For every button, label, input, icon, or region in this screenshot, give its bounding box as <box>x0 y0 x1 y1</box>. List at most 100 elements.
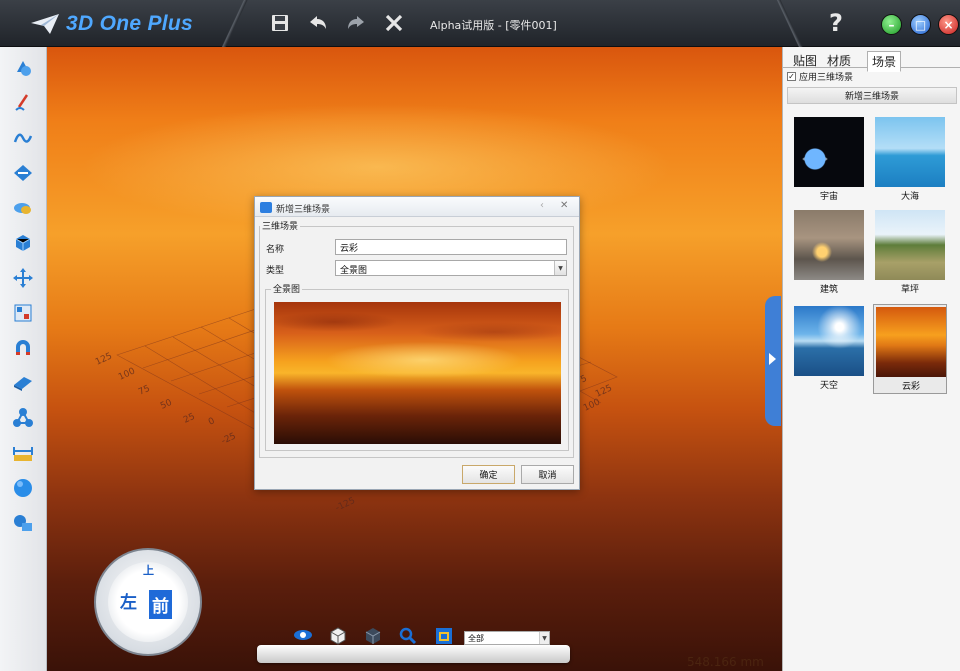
apply-3d-checkbox[interactable]: ✓ <box>787 72 796 81</box>
filter-select-value: 全部 <box>468 634 484 643</box>
dialog-help-icon[interactable]: ‹ <box>540 200 544 211</box>
grid-label: 125 <box>94 351 114 367</box>
panorama-preview <box>274 302 561 444</box>
scene-label: 建筑 <box>819 285 838 295</box>
redo-icon[interactable] <box>344 11 368 35</box>
scene-label: 云彩 <box>901 382 920 392</box>
window-title: Alpha试用版 - [零件001] <box>430 19 557 32</box>
panorama-group-label: 全景图 <box>271 282 303 295</box>
help-button[interactable]: ? <box>829 9 843 37</box>
zoom-icon[interactable] <box>399 627 417 645</box>
grid-label: -25 <box>220 431 238 446</box>
type-select-value: 全景图 <box>340 266 368 276</box>
measurement-readout: 548.166 mm <box>687 655 764 669</box>
left-toolbar <box>0 47 47 671</box>
view-cube[interactable]: 上 左 前 <box>94 548 202 656</box>
chevron-right-icon <box>769 353 776 365</box>
app-logo: 3D One Plus <box>30 10 193 38</box>
maximize-button[interactable]: □ <box>910 14 931 35</box>
view-toolbar: 全部 ▼ <box>257 621 570 663</box>
quick-toolbar <box>268 11 406 35</box>
dialog-close-icon[interactable]: ✕ <box>560 200 568 211</box>
view-cube-left[interactable]: 左 <box>120 588 137 613</box>
building-image <box>794 210 864 280</box>
scene-label: 天空 <box>819 381 838 391</box>
view-cube-top[interactable]: 上 <box>143 562 154 578</box>
material-render-icon[interactable] <box>10 510 36 536</box>
close-button[interactable]: × <box>938 14 959 35</box>
minimize-button[interactable]: – <box>881 14 902 35</box>
sea-image <box>875 117 945 187</box>
dialog-title: 新增三维场景 <box>276 205 331 215</box>
clouds-image <box>876 307 946 377</box>
name-label: 名称 <box>266 245 285 255</box>
grid-label: 50 <box>159 398 174 412</box>
new-scene-button[interactable]: 新增三维场景 <box>787 87 957 104</box>
surface-icon[interactable] <box>10 370 36 396</box>
scene-label: 草坪 <box>900 285 919 295</box>
scene-thumb-lawn[interactable]: 草坪 <box>873 208 947 298</box>
tab-scene[interactable]: 场景 <box>867 51 902 72</box>
dialog-app-icon <box>260 202 272 213</box>
cube-solid-icon[interactable] <box>364 627 382 645</box>
new-scene-dialog: 新增三维场景 ‹ ✕ 三维场景 名称 类型 全景图 ▼ 全景图 确定 取消 <box>254 196 580 490</box>
apply-3d-scene-option[interactable]: ✓ 应用三维场景 <box>787 70 853 83</box>
chevron-down-icon: ▼ <box>554 261 566 275</box>
close-x-icon[interactable] <box>382 11 406 35</box>
panel-collapse-handle[interactable] <box>765 296 781 426</box>
scene-label: 宇宙 <box>819 192 838 202</box>
view-box-icon[interactable] <box>435 627 453 645</box>
scene-thumb-universe[interactable]: 宇宙 <box>792 115 866 205</box>
type-select[interactable]: 全景图 ▼ <box>335 260 567 276</box>
measure-icon[interactable] <box>10 440 36 466</box>
apply-3d-label: 应用三维场景 <box>799 73 854 83</box>
assembly-icon[interactable] <box>10 405 36 431</box>
save-icon[interactable] <box>268 11 292 35</box>
scene-thumb-building[interactable]: 建筑 <box>792 208 866 298</box>
scene-thumb-clouds[interactable]: 云彩 <box>873 304 947 394</box>
dialog-titlebar[interactable]: 新增三维场景 ‹ ✕ <box>255 197 579 217</box>
sketch-icon[interactable] <box>10 90 36 116</box>
chevron-down-icon: ▼ <box>539 632 549 644</box>
basic-solid-icon[interactable] <box>10 55 36 81</box>
right-panel: 贴图 材质 场景 ✓ 应用三维场景 新增三维场景 宇宙 大海 建筑 草坪 天空 … <box>782 47 960 671</box>
sphere-icon[interactable] <box>10 475 36 501</box>
grid-label: 125 <box>594 383 614 399</box>
grid-label: 100 <box>117 366 137 382</box>
maximize-icon: □ <box>914 17 927 32</box>
special-feature-icon[interactable] <box>10 160 36 186</box>
type-label: 类型 <box>266 266 285 276</box>
cube-outline-icon[interactable] <box>329 627 347 645</box>
grid-label: 100 <box>582 397 602 413</box>
modify-icon[interactable] <box>10 195 36 221</box>
minimize-icon: – <box>888 17 895 32</box>
move-icon[interactable] <box>10 265 36 291</box>
sky-image <box>794 306 864 376</box>
filter-select[interactable]: 全部 ▼ <box>464 631 550 645</box>
view-toolbar-shelf <box>257 645 570 663</box>
tab-material[interactable]: 材质 <box>823 51 855 70</box>
lawn-image <box>875 210 945 280</box>
magnet-icon[interactable] <box>10 335 36 361</box>
view-cube-front[interactable]: 前 <box>149 590 172 619</box>
logo-text: 3D One Plus <box>66 12 194 35</box>
name-field[interactable] <box>335 239 567 255</box>
undo-icon[interactable] <box>306 11 330 35</box>
grid-label: 0 <box>207 416 217 428</box>
combine-icon[interactable] <box>10 230 36 256</box>
curve-icon[interactable] <box>10 125 36 151</box>
scene-thumb-sky[interactable]: 天空 <box>792 304 866 394</box>
grid-label: -125 <box>334 496 357 514</box>
scene-thumb-sea[interactable]: 大海 <box>873 115 947 205</box>
ok-button[interactable]: 确定 <box>462 465 515 484</box>
scene-label: 大海 <box>900 192 919 202</box>
grid-label: 25 <box>182 412 197 426</box>
eye-icon[interactable] <box>293 627 312 645</box>
paper-plane-icon <box>31 14 59 34</box>
title-divider <box>220 0 250 47</box>
tab-texture[interactable]: 贴图 <box>789 51 821 70</box>
grid-label: 75 <box>137 384 152 398</box>
title-bar: 3D One Plus Alpha试用版 - [零件001] ? – □ × <box>0 0 960 47</box>
cancel-button[interactable]: 取消 <box>521 465 574 484</box>
pattern-icon[interactable] <box>10 300 36 326</box>
